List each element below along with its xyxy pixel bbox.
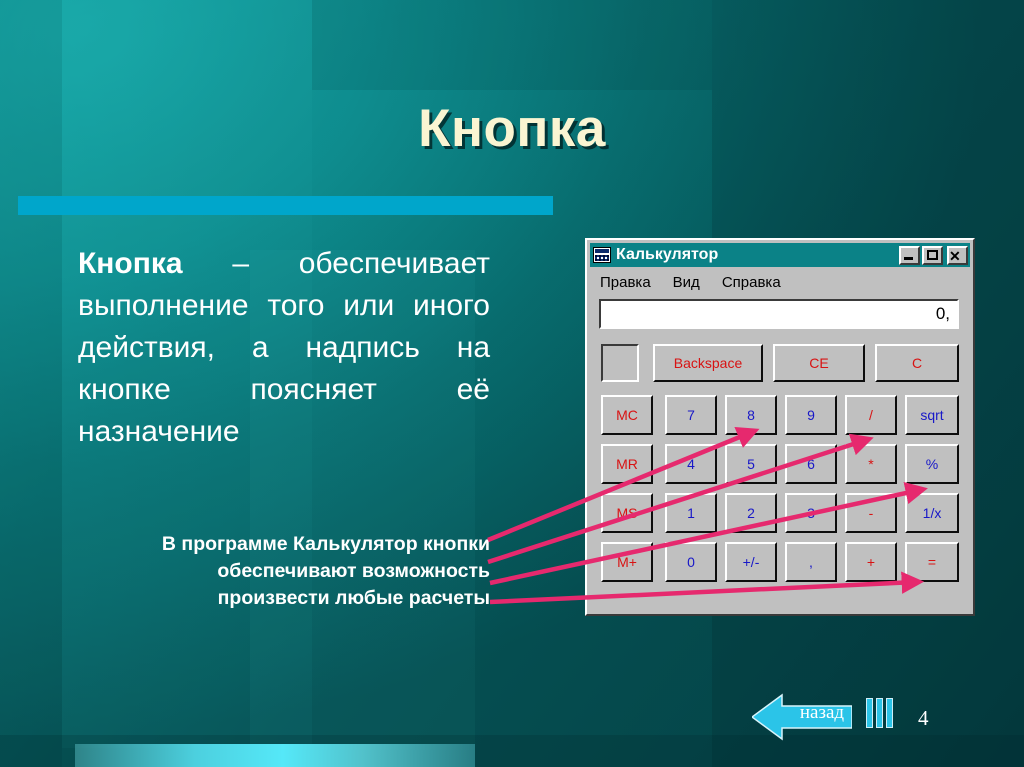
nav-bar-2 bbox=[876, 698, 883, 728]
note-block: В программе Калькулятор кнопки обеспечив… bbox=[50, 531, 490, 612]
nav-bars-decoration bbox=[866, 698, 893, 728]
note-line-1: В программе Калькулятор кнопки bbox=[161, 533, 490, 555]
divide-button[interactable]: / bbox=[845, 395, 897, 435]
ce-button[interactable]: CE bbox=[773, 344, 865, 382]
digit-1-button[interactable]: 1 bbox=[665, 493, 717, 533]
page-number: 4 bbox=[918, 706, 929, 730]
menu-item-help[interactable]: Справка bbox=[722, 274, 781, 291]
digit-5-button[interactable]: 5 bbox=[725, 444, 777, 484]
sqrt-button[interactable]: sqrt bbox=[905, 395, 959, 435]
slide-title: Кнопка bbox=[418, 99, 606, 158]
nav-bar-3 bbox=[886, 698, 893, 728]
calculator-window-title: Калькулятор bbox=[616, 246, 719, 263]
menu-item-edit[interactable]: Правка bbox=[600, 274, 651, 291]
bottom-accent-strip bbox=[75, 744, 475, 767]
add-button[interactable]: + bbox=[845, 542, 897, 582]
note-line-3: произвести любые расчеты bbox=[217, 587, 490, 609]
calculator-window: Калькулятор ✕ Правка Вид Справка 0, Back… bbox=[585, 238, 975, 616]
mr-button[interactable]: MR bbox=[601, 444, 653, 484]
digit-8-button[interactable]: 8 bbox=[725, 395, 777, 435]
multiply-button[interactable]: * bbox=[845, 444, 897, 484]
calculator-titlebar: Калькулятор ✕ bbox=[590, 243, 970, 267]
back-button-label[interactable]: назад bbox=[792, 702, 852, 724]
body-paragraph: Кнопка – обеспечивает выполнение того ил… bbox=[78, 243, 490, 453]
decimal-button[interactable]: , bbox=[785, 542, 837, 582]
sign-button[interactable]: +/- bbox=[725, 542, 777, 582]
digit-2-button[interactable]: 2 bbox=[725, 493, 777, 533]
m-plus-button[interactable]: M+ bbox=[601, 542, 653, 582]
calculator-display: 0, bbox=[599, 299, 959, 329]
calculator-menubar: Правка Вид Справка bbox=[591, 271, 969, 293]
mc-button[interactable]: MC bbox=[601, 395, 653, 435]
maximize-button[interactable] bbox=[922, 245, 943, 265]
digit-0-button[interactable]: 0 bbox=[665, 542, 717, 582]
presentation-slide: Кнопка Кнопка – обеспечивает выполнение … bbox=[0, 0, 1024, 767]
backspace-button[interactable]: Backspace bbox=[653, 344, 763, 382]
nav-bar-1 bbox=[866, 698, 873, 728]
equals-button[interactable]: = bbox=[905, 542, 959, 582]
title-accent-bar bbox=[18, 196, 553, 215]
minimize-button[interactable] bbox=[899, 245, 920, 265]
c-button[interactable]: C bbox=[875, 344, 959, 382]
window-controls: ✕ bbox=[899, 245, 968, 265]
body-paragraph-lead: Кнопка bbox=[78, 247, 183, 280]
memory-indicator-field bbox=[601, 344, 639, 382]
digit-7-button[interactable]: 7 bbox=[665, 395, 717, 435]
digit-4-button[interactable]: 4 bbox=[665, 444, 717, 484]
ms-button[interactable]: MS bbox=[601, 493, 653, 533]
note-line-2: обеспечивают возможность bbox=[217, 560, 490, 582]
subtract-button[interactable]: - bbox=[845, 493, 897, 533]
close-button[interactable]: ✕ bbox=[947, 245, 968, 265]
digit-9-button[interactable]: 9 bbox=[785, 395, 837, 435]
close-icon: ✕ bbox=[949, 247, 961, 264]
reciprocal-button[interactable]: 1/x bbox=[905, 493, 959, 533]
calculator-icon bbox=[593, 247, 611, 263]
percent-button[interactable]: % bbox=[905, 444, 959, 484]
menu-item-view[interactable]: Вид bbox=[673, 274, 700, 291]
digit-3-button[interactable]: 3 bbox=[785, 493, 837, 533]
digit-6-button[interactable]: 6 bbox=[785, 444, 837, 484]
